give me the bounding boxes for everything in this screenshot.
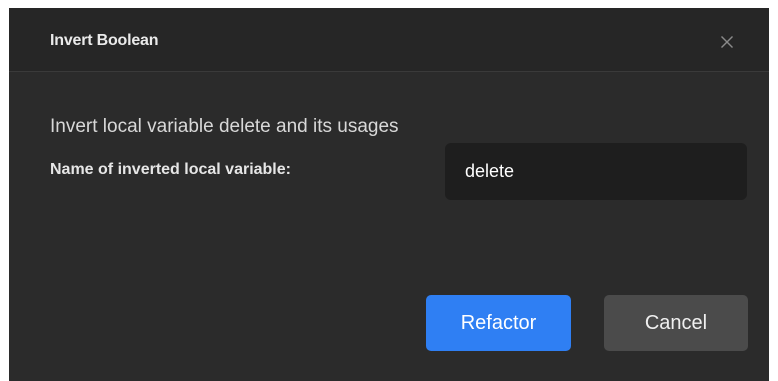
variable-name-input[interactable] — [445, 143, 747, 200]
refactor-button[interactable]: Refactor — [426, 295, 571, 351]
variable-name-label: Name of inverted local variable: — [50, 161, 291, 178]
dialog-description: Invert local variable delete and its usa… — [50, 116, 399, 137]
close-icon[interactable] — [715, 30, 739, 54]
dialog-title: Invert Boolean — [50, 32, 159, 49]
invert-boolean-dialog: Invert Boolean Invert local variable del… — [9, 8, 769, 381]
cancel-button[interactable]: Cancel — [604, 295, 748, 351]
dialog-header: Invert Boolean — [9, 8, 769, 72]
